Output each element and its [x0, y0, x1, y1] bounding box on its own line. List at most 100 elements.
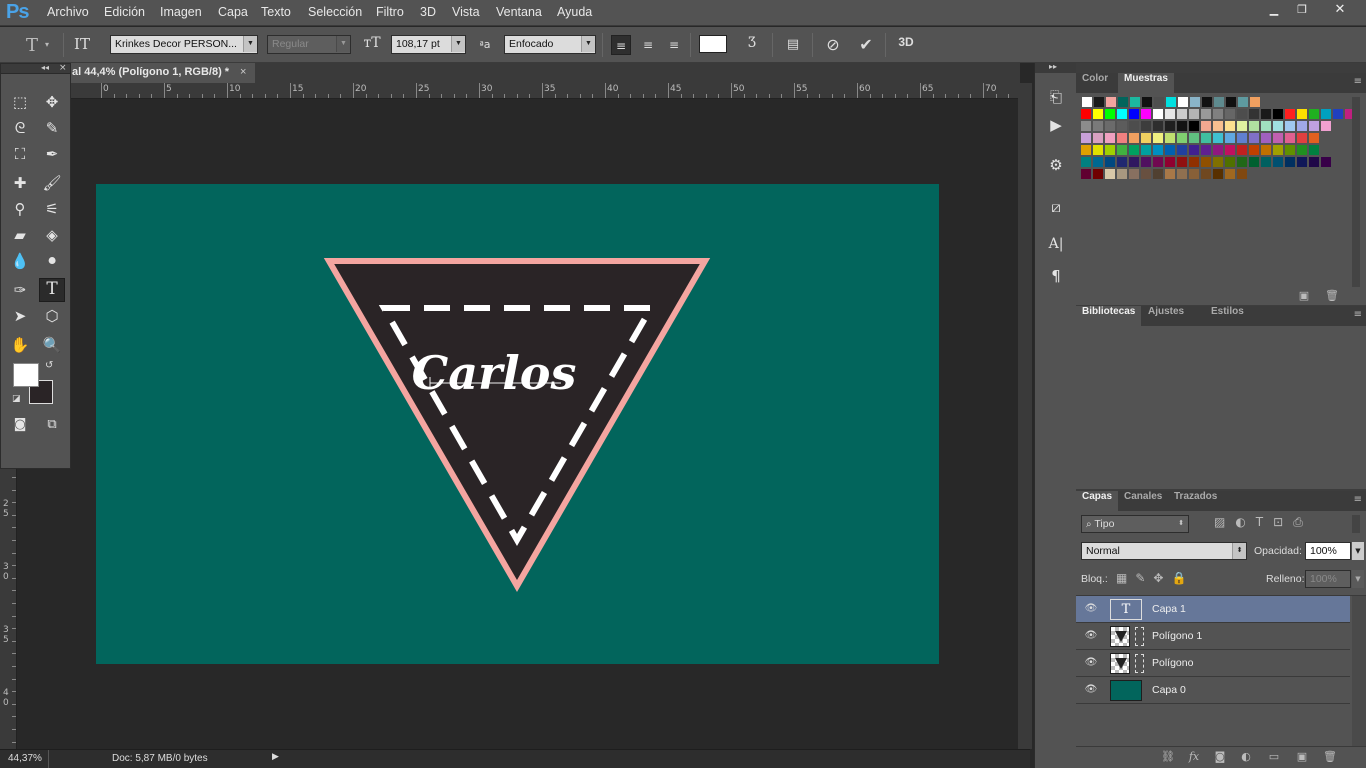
tab-libraries[interactable]: Bibliotecas	[1076, 306, 1142, 326]
eyedropper-icon[interactable]: ✒	[39, 142, 65, 166]
color-swatch[interactable]	[1321, 121, 1331, 131]
align-right-icon[interactable]: ≡	[664, 35, 684, 55]
color-swatch[interactable]	[1129, 133, 1139, 143]
new-swatch-icon[interactable]: ▣	[1296, 289, 1312, 303]
color-swatch[interactable]	[1273, 121, 1283, 131]
color-swatch[interactable]	[1226, 97, 1236, 107]
color-swatch[interactable]	[1081, 133, 1091, 143]
antialias-select[interactable]: Enfocado ▼	[504, 35, 596, 54]
color-swatch[interactable]	[1225, 121, 1235, 131]
color-swatch[interactable]	[1237, 169, 1247, 179]
menu-item-8[interactable]: Vista	[452, 5, 480, 19]
color-swatch[interactable]	[1213, 157, 1223, 167]
color-swatch[interactable]	[1081, 109, 1091, 119]
color-swatch[interactable]	[1261, 157, 1271, 167]
color-swatch[interactable]	[1177, 121, 1187, 131]
color-swatch[interactable]	[1141, 109, 1151, 119]
color-swatch[interactable]	[1261, 133, 1271, 143]
color-swatch[interactable]	[1250, 97, 1260, 107]
path-selection-icon[interactable]: ➤	[7, 304, 33, 328]
menu-item-5[interactable]: Selección	[308, 5, 362, 19]
color-swatch[interactable]	[1093, 133, 1103, 143]
color-swatch[interactable]	[1297, 145, 1307, 155]
color-swatch[interactable]	[1297, 133, 1307, 143]
color-swatch[interactable]	[1165, 169, 1175, 179]
color-swatch[interactable]	[1261, 109, 1271, 119]
color-swatch[interactable]	[1105, 169, 1115, 179]
color-swatch[interactable]	[1105, 121, 1115, 131]
color-swatch[interactable]	[1249, 109, 1259, 119]
tab-paths[interactable]: Trazados	[1168, 491, 1223, 511]
color-swatch[interactable]	[1273, 109, 1283, 119]
tab-adjustments[interactable]: Ajustes	[1142, 306, 1190, 326]
color-swatch[interactable]	[1165, 145, 1175, 155]
history-brush-icon[interactable]: ⚟	[39, 197, 65, 221]
menu-item-2[interactable]: Imagen	[160, 5, 202, 19]
layer-style-icon[interactable]: fx	[1186, 750, 1202, 764]
blur-icon[interactable]: 💧	[7, 249, 33, 273]
minimize-icon[interactable]: ▁	[1262, 1, 1286, 19]
color-swatch[interactable]	[1141, 145, 1151, 155]
color-swatch[interactable]	[1237, 157, 1247, 167]
color-swatch[interactable]	[1309, 157, 1319, 167]
type-tool-icon[interactable]: T	[39, 278, 65, 302]
color-swatch[interactable]	[1202, 97, 1212, 107]
color-swatch[interactable]	[1105, 133, 1115, 143]
color-swatch[interactable]	[1117, 169, 1127, 179]
color-swatch[interactable]	[1130, 97, 1140, 107]
history-icon[interactable]: ⎗	[1043, 85, 1069, 109]
menu-item-0[interactable]: Archivo	[47, 5, 89, 19]
quick-selection-icon[interactable]: ✎	[39, 116, 65, 140]
color-swatch[interactable]	[1117, 121, 1127, 131]
color-swatch[interactable]	[1285, 157, 1295, 167]
crop-icon[interactable]: ⛶	[7, 142, 33, 166]
clone-source-icon[interactable]: ⧄	[1043, 195, 1069, 219]
color-swatch[interactable]	[1177, 145, 1187, 155]
font-style-select[interactable]: Regular ▼	[267, 35, 351, 54]
spot-healing-icon[interactable]: ✚	[7, 171, 33, 195]
color-swatch[interactable]	[1165, 121, 1175, 131]
color-swatch[interactable]	[1285, 109, 1295, 119]
visibility-eye-icon[interactable]: 👁	[1084, 684, 1098, 696]
quick-mask-icon[interactable]: ◙	[7, 413, 33, 437]
color-swatch[interactable]	[1105, 145, 1115, 155]
color-swatch[interactable]	[1177, 133, 1187, 143]
swap-colors-icon[interactable]: ↺	[45, 360, 53, 371]
color-swatch[interactable]	[1213, 145, 1223, 155]
color-swatch[interactable]	[1165, 133, 1175, 143]
color-swatch[interactable]	[1297, 109, 1307, 119]
color-swatch[interactable]	[1081, 145, 1091, 155]
color-swatch[interactable]	[1177, 109, 1187, 119]
filter-toggle[interactable]	[1352, 515, 1360, 533]
properties-icon[interactable]: ⚙	[1043, 153, 1069, 177]
commit-edit-icon[interactable]: ✔	[856, 35, 876, 55]
color-swatch[interactable]	[1117, 145, 1127, 155]
color-swatch[interactable]	[1189, 109, 1199, 119]
color-swatch[interactable]	[1094, 97, 1104, 107]
color-swatch[interactable]	[1154, 97, 1164, 107]
paint-bucket-icon[interactable]: ◈	[39, 223, 65, 247]
eraser-icon[interactable]: ▰	[7, 223, 33, 247]
color-swatch[interactable]	[1285, 133, 1295, 143]
color-swatch[interactable]	[1117, 133, 1127, 143]
fill-chevron-icon[interactable]: ▼	[1352, 570, 1364, 588]
color-swatch[interactable]	[1093, 109, 1103, 119]
color-swatch[interactable]	[1177, 169, 1187, 179]
layer-row[interactable]: 👁 Polígono 1	[1076, 623, 1350, 650]
visibility-eye-icon[interactable]: 👁	[1084, 630, 1098, 642]
tab-color[interactable]: Color	[1076, 73, 1114, 93]
status-menu-arrow-icon[interactable]: ▶	[272, 752, 279, 762]
color-swatch[interactable]	[1129, 121, 1139, 131]
color-swatch[interactable]	[1309, 133, 1319, 143]
new-group-icon[interactable]: ▭	[1266, 750, 1282, 764]
warp-text-icon[interactable]: Ӡ	[742, 35, 762, 55]
color-swatch[interactable]	[1249, 157, 1259, 167]
color-swatch[interactable]	[1297, 121, 1307, 131]
align-center-icon[interactable]: ≡	[638, 35, 658, 55]
color-swatch[interactable]	[1249, 133, 1259, 143]
color-swatch[interactable]	[1201, 133, 1211, 143]
layer-row[interactable]: 👁 Polígono	[1076, 650, 1350, 677]
color-swatch[interactable]	[1213, 109, 1223, 119]
color-swatch[interactable]	[1201, 145, 1211, 155]
color-swatch[interactable]	[1177, 157, 1187, 167]
